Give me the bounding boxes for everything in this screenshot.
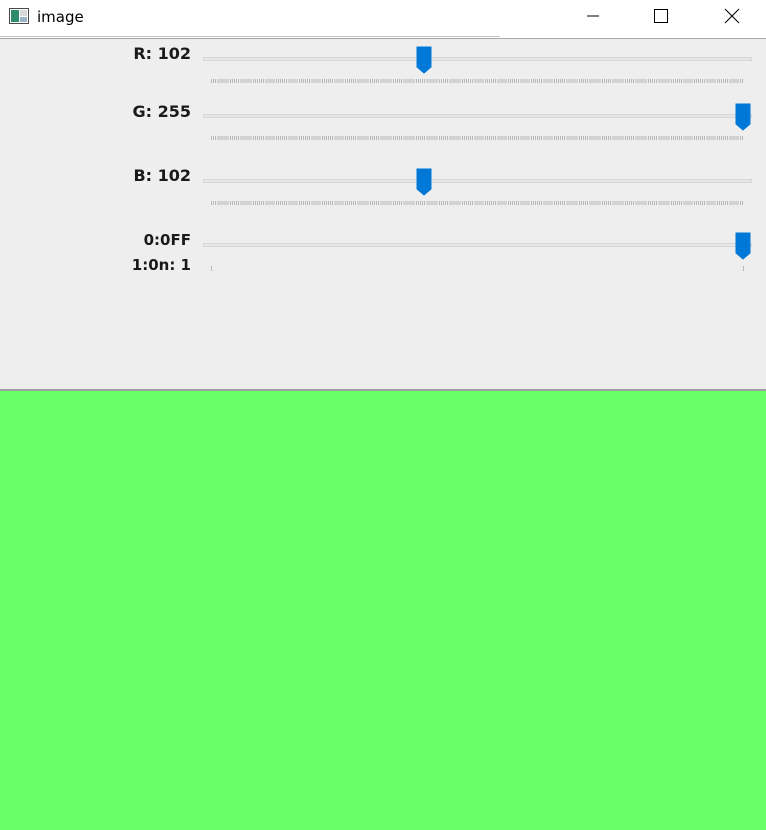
trackbar-label-switch-line1: 0:0FF (143, 231, 191, 249)
trackbar-tick-start (211, 266, 212, 271)
minimize-button[interactable] (570, 0, 616, 36)
trackbar-label-switch-line2: 1:0n: 1 (131, 256, 191, 274)
trackbar-thumb-g[interactable] (735, 103, 751, 131)
trackbar-track-b[interactable] (203, 179, 752, 183)
trackbar-thumb-switch[interactable] (735, 232, 751, 260)
window-title: image (37, 8, 84, 26)
close-button[interactable] (709, 0, 755, 36)
trackbar-ticks-b (211, 201, 744, 205)
trackbar-panel (0, 39, 766, 389)
trackbar-thumb-r[interactable] (416, 46, 432, 74)
close-icon (724, 8, 740, 29)
trackbar-track-g[interactable] (203, 114, 752, 118)
image-window-icon (9, 8, 29, 24)
trackbar-track-r[interactable] (203, 57, 752, 61)
maximize-button[interactable] (638, 0, 684, 36)
trackbar-ticks-g (211, 136, 744, 140)
trackbar-label-g: G: 255 (132, 102, 192, 121)
trackbar-tick-end (743, 266, 744, 271)
trackbar-track-switch[interactable] (203, 243, 752, 247)
trackbar-label-r: R: 102 (133, 44, 191, 63)
title-bar: image (0, 0, 766, 37)
image-display (0, 391, 766, 830)
trackbar-thumb-b[interactable] (416, 168, 432, 196)
trackbar-label-b: B: 102 (133, 166, 191, 185)
title-divider (0, 36, 500, 37)
maximize-icon (654, 8, 668, 28)
trackbar-ticks-r (211, 79, 744, 83)
minimize-icon (586, 9, 600, 28)
